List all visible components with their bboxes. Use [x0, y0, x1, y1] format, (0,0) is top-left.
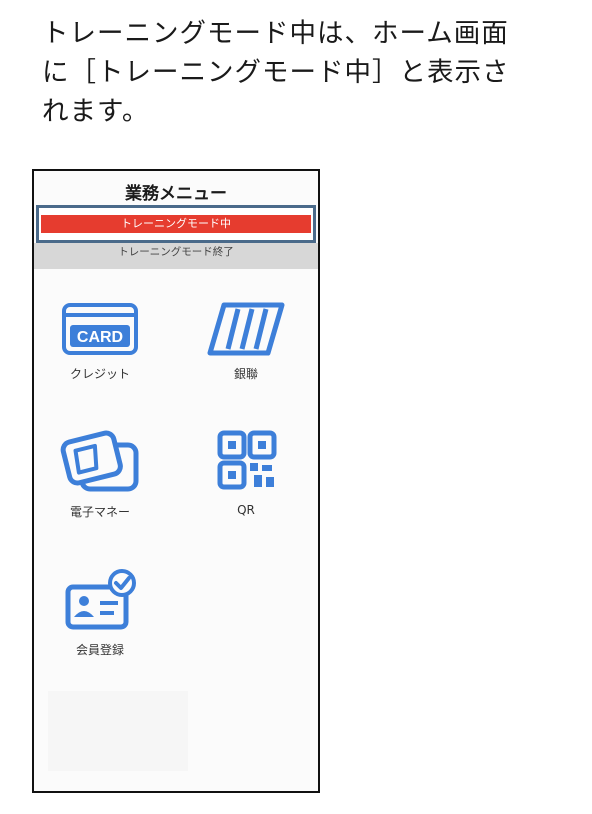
page-title: 業務メニュー	[125, 184, 227, 204]
caption-line-3: れます。	[42, 96, 150, 127]
card-icon-text: CARD	[77, 329, 123, 346]
menu-item-credit[interactable]: CARD クレジット	[40, 301, 160, 382]
end-training-button[interactable]: トレーニングモード終了	[34, 243, 318, 269]
menu-item-e-money[interactable]: 電子マネー	[40, 429, 160, 520]
menu-label-member-registration: 会員登録	[75, 643, 124, 657]
menu-item-unionpay[interactable]: 銀聯	[186, 301, 306, 382]
menu-label-e-money: 電子マネー	[69, 505, 130, 519]
caption-line-1: トレーニングモード中は、ホーム画面	[42, 18, 509, 49]
menu-label-credit: クレジット	[69, 367, 130, 381]
caption-line-2: に［トレーニングモード中］と表示さ	[42, 57, 510, 88]
phone-screen: 業務メニュー トレーニングモード中 トレーニングモード終了 CARD クレジット…	[32, 169, 320, 793]
empty-area	[48, 691, 188, 771]
qr-code-icon	[217, 430, 277, 490]
training-mode-highlight: トレーニングモード中	[36, 205, 316, 243]
training-mode-banner: トレーニングモード中	[41, 215, 311, 233]
menu-label-qr: QR	[237, 503, 255, 517]
e-money-cards-icon	[60, 430, 139, 492]
menu-item-qr[interactable]: QR	[186, 429, 306, 517]
unionpay-stripes-icon	[207, 302, 285, 356]
member-card-check-icon	[65, 569, 136, 630]
card-icon: CARD	[62, 303, 138, 355]
instruction-caption: トレーニングモード中は、ホーム画面 に［トレーニングモード中］と表示さ れます。	[42, 14, 582, 131]
menu-item-member-registration[interactable]: 会員登録	[40, 567, 160, 658]
menu-label-unionpay: 銀聯	[233, 367, 258, 381]
